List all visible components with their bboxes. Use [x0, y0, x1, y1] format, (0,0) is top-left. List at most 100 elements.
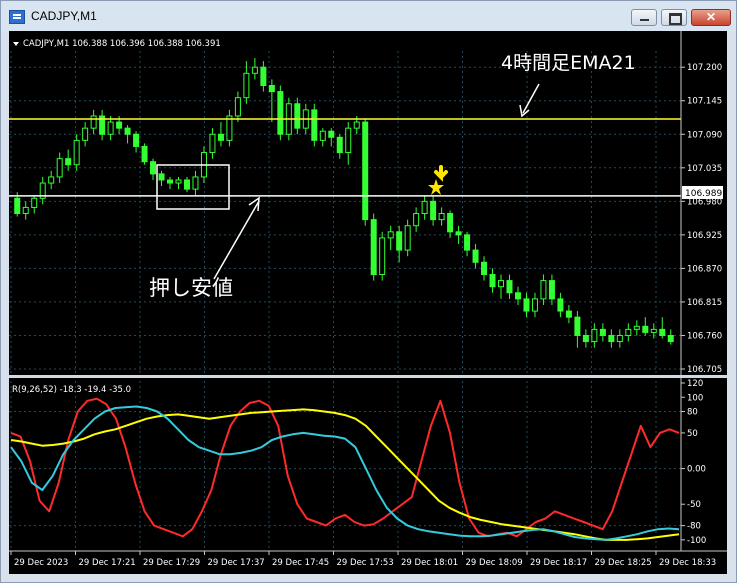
candle-bearish	[14, 197, 21, 215]
candle-bullish	[540, 280, 547, 300]
price-scale[interactable]: 107.200107.145107.090107.035106.980106.9…	[681, 63, 722, 375]
candle-bearish	[599, 328, 606, 336]
candle-bullish	[22, 206, 29, 215]
candle-bullish	[498, 280, 505, 288]
candle-bullish	[251, 66, 258, 74]
candle-bearish	[659, 328, 666, 336]
price-tick-label: 106.925	[687, 231, 722, 241]
candle-bearish	[548, 280, 555, 300]
candle-bullish	[243, 72, 250, 99]
chart-canvas[interactable]: CADJPY,M1 106.388 106.396 106.388 106.39…	[9, 31, 727, 574]
candle-bearish	[311, 109, 318, 141]
price-tick-label: 106.760	[687, 331, 722, 341]
candle-bullish	[650, 328, 657, 333]
candle-bearish	[116, 121, 123, 129]
price-tick-label: 106.870	[687, 264, 722, 274]
collapse-arrow-icon[interactable]	[13, 42, 19, 46]
time-tick-label: 29 Dec 18:33	[659, 558, 716, 568]
panel-separator[interactable]	[9, 375, 727, 378]
price-tick-label: 107.145	[687, 97, 722, 107]
candle-bearish	[124, 127, 131, 135]
time-axis[interactable]: 29 Dec 2023 29 Dec 17:21 29 Dec 17:29 29 De…	[10, 551, 716, 568]
candle-bullish	[625, 328, 632, 336]
time-tick-label: 29 Dec 18:17	[530, 558, 587, 568]
candle-bearish	[167, 179, 174, 184]
candle-bullish	[209, 133, 216, 154]
indicator-grid	[9, 381, 681, 551]
candle-bearish	[336, 136, 343, 154]
candle-bullish	[404, 225, 411, 251]
candle-bullish	[82, 127, 89, 141]
candle-bearish	[464, 234, 471, 251]
candle-bearish	[217, 133, 224, 141]
title-bar[interactable]: CADJPY,M1	[1, 1, 736, 31]
candle-bearish	[396, 231, 403, 251]
candle-bearish	[565, 310, 572, 318]
candle-bearish	[268, 84, 275, 93]
indicator-tick-label: -100	[687, 536, 706, 546]
rci-series-line	[10, 397, 680, 538]
candle-bearish	[472, 249, 479, 263]
time-tick-label: 29 Dec 17:21	[79, 558, 136, 568]
candle-bullish	[531, 298, 538, 312]
minimize-button[interactable]	[631, 9, 657, 26]
indicator-tick-label: 80	[687, 408, 698, 418]
candle-bullish	[616, 334, 623, 343]
price-tick-label: 106.705	[687, 365, 722, 375]
time-tick-label: 29 Dec 18:01	[401, 558, 458, 568]
pullback-arrow[interactable]	[213, 200, 260, 280]
time-tick-label: 29 Dec 18:09	[466, 558, 523, 568]
time-tick-label: 29 Dec 17:37	[208, 558, 265, 568]
candle-bullish	[413, 213, 420, 227]
indicator-tick-label: -50	[687, 500, 701, 510]
chart-window: CADJPY,M1 CADJPY,M1 106.388 106.396 106.…	[0, 0, 737, 583]
indicator-tick-label: 0.00	[687, 465, 706, 475]
close-button[interactable]	[691, 9, 731, 26]
indicator-tick-label: 100	[687, 393, 703, 403]
candle-bullish	[353, 121, 360, 129]
candle-bullish	[421, 200, 428, 215]
candle-bullish	[438, 213, 445, 221]
candle-bullish	[633, 325, 640, 330]
candle-bearish	[277, 91, 284, 135]
sell-arrow-icon[interactable]	[434, 165, 448, 182]
candle-bearish	[362, 121, 369, 221]
indicator-tick-label: -80	[687, 522, 701, 532]
maximize-button[interactable]	[661, 9, 687, 26]
candle-bearish	[150, 161, 157, 175]
candle-bearish	[260, 66, 267, 86]
candle-bearish	[294, 103, 301, 129]
candle-bearish	[506, 280, 513, 294]
candle-bullish	[31, 197, 38, 208]
candle-bearish	[523, 298, 530, 312]
candle-bearish	[133, 133, 140, 147]
candle-bearish	[481, 261, 488, 275]
candle-bearish	[574, 316, 581, 336]
indicator-header: R(9,26,52) -18.3 -19.4 -35.0	[12, 385, 131, 395]
candle-bearish	[514, 292, 521, 300]
candle-bullish	[90, 115, 97, 129]
candle-bullish	[345, 127, 352, 154]
candle-bearish	[455, 231, 462, 236]
time-tick-label: 29 Dec 18:25	[595, 558, 652, 568]
candle-bearish	[447, 213, 454, 233]
star-icon	[428, 179, 444, 195]
candle-bearish	[489, 273, 496, 288]
candle-bearish	[158, 173, 165, 181]
price-tick-label: 107.200	[687, 63, 722, 73]
candle-bullish	[379, 237, 386, 275]
indicator-scale[interactable]: 120 100 80 50 0.00 -50 -80 -100	[681, 379, 706, 546]
time-tick-label: 29 Dec 17:53	[337, 558, 394, 568]
candle-bearish	[183, 179, 190, 190]
candle-bearish	[582, 334, 589, 343]
chart-area[interactable]: CADJPY,M1 106.388 106.396 106.388 106.39…	[9, 31, 727, 574]
candle-bullish	[234, 97, 241, 117]
price-tick-label: 106.815	[687, 298, 722, 308]
candle-bullish	[591, 328, 598, 343]
ema-arrow[interactable]	[522, 83, 540, 114]
price-tick-label: 107.090	[687, 130, 722, 140]
candle-bullish	[107, 121, 114, 135]
window-title: CADJPY,M1	[31, 9, 97, 23]
candle-bearish	[430, 200, 437, 221]
indicator-tick-label: 120	[687, 379, 703, 389]
